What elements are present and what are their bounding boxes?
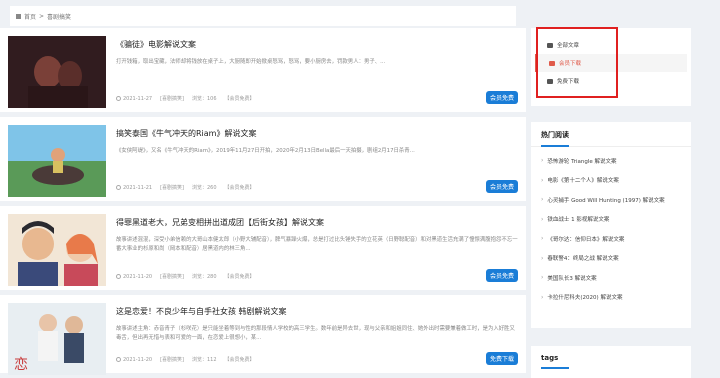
chevron-right-icon: › xyxy=(541,235,544,243)
list-item[interactable]: 得罪黑道老大，兄弟变相拼出道成团【后街女孩】解说文案 故事讲述混混，深受小弟信赖… xyxy=(0,206,526,290)
post-thumbnail[interactable] xyxy=(8,214,106,286)
clock-icon xyxy=(116,273,121,279)
status-badge[interactable]: 会员免费 xyxy=(485,91,518,104)
post-date: 2021-11-20 xyxy=(116,356,152,363)
post-excerpt: 打开钱箱，取出宝藏，法师却将钱放在桌子上，大厨随即开始掀桌怒骂，怒骂，要小厨房去… xyxy=(116,59,386,65)
chevron-right-icon: › xyxy=(541,215,544,223)
status-badge[interactable]: 免费下载 xyxy=(485,352,518,365)
post-excerpt: 故事讲述混混，深受小弟信赖的大哥山本健太郎（小野大辅配音），脾气暴躁火爆，总是打… xyxy=(116,237,518,252)
hot-item[interactable]: › 铁血战士 1 影视解说文案 xyxy=(531,210,691,230)
breadcrumb-current[interactable]: 喜剧搞笑 xyxy=(47,12,71,21)
highlight-box xyxy=(536,27,618,98)
post-date: 2021-11-21 xyxy=(116,184,152,191)
post-tag[interactable]: 【会员免费】 xyxy=(225,184,255,191)
clock-icon xyxy=(116,184,121,190)
post-category[interactable]: [喜剧搞笑] xyxy=(160,356,184,363)
post-tag[interactable]: 【会员免费】 xyxy=(225,356,255,363)
post-category[interactable]: [喜剧搞笑] xyxy=(160,184,184,191)
post-meta: 2021-11-21 [喜剧搞笑] 浏览：260 【会员免费】 xyxy=(116,184,255,191)
hot-item[interactable]: › 《哥尔达：信仰日本》解说文案 xyxy=(531,229,691,249)
post-title[interactable]: 《骗徒》电影解说文案 xyxy=(116,39,518,50)
chevron-right-icon: › xyxy=(541,196,544,204)
home-icon xyxy=(16,13,21,19)
list-item[interactable]: 恋 这是恋爱！不良少年与自手社女孩 韩剧解说文案 故事讲述主角：赤音青子（杉咲花… xyxy=(0,295,526,375)
post-title[interactable]: 得罪黑道老大，兄弟变相拼出道成团【后街女孩】解说文案 xyxy=(116,217,518,228)
hot-item[interactable]: › 卡拉什尼科夫(2020) 解说文案 xyxy=(531,288,691,308)
post-views: 浏览：106 xyxy=(191,96,217,102)
chevron-right-icon: › xyxy=(541,274,544,282)
list-item[interactable]: 《骗徒》电影解说文案 打开钱箱，取出宝藏，法师却将钱放在桌子上，大厨随即开始掀桌… xyxy=(0,28,526,112)
post-tag[interactable]: 【会员免费】 xyxy=(225,95,255,102)
clock-icon xyxy=(116,95,121,101)
thumbnail-image-icon xyxy=(8,125,106,197)
chevron-right-icon: › xyxy=(541,293,544,301)
post-excerpt: 《女侠阿缇》，又名《牛气冲天的Riam》，2019年11月27日开拍，2020年… xyxy=(116,148,415,154)
post-category[interactable]: [喜剧搞笑] xyxy=(160,273,184,280)
hot-item[interactable]: › 恐怖游轮 Triangle 解说文案 xyxy=(531,151,691,171)
thumbnail-image-icon xyxy=(8,36,106,108)
post-thumbnail[interactable]: 恋 xyxy=(8,303,106,375)
post-title[interactable]: 这是恋爱！不良少年与自手社女孩 韩剧解说文案 xyxy=(116,306,518,317)
breadcrumb-separator: > xyxy=(39,12,45,20)
chevron-right-icon: › xyxy=(541,176,544,184)
chevron-right-icon: › xyxy=(541,157,544,165)
chevron-right-icon: › xyxy=(541,254,544,262)
post-date: 2021-11-27 xyxy=(116,95,152,102)
thumbnail-image-icon: 恋 xyxy=(8,303,106,375)
hot-item[interactable]: › 电影《第十二个人》解说文案 xyxy=(531,171,691,191)
breadcrumb-home[interactable]: 首页 xyxy=(24,12,36,21)
post-views: 浏览：112 xyxy=(191,357,217,363)
post-title[interactable]: 搞笑泰国《牛气冲天的Riam》解说文案 xyxy=(116,128,518,139)
list-item[interactable]: 搞笑泰国《牛气冲天的Riam》解说文案 《女侠阿缇》，又名《牛气冲天的Riam》… xyxy=(0,117,526,201)
clock-icon xyxy=(116,356,121,362)
status-badge[interactable]: 会员免费 xyxy=(485,180,518,193)
post-thumbnail[interactable] xyxy=(8,36,106,108)
post-meta: 2021-11-20 [喜剧搞笑] 浏览：112 【会员免费】 xyxy=(116,356,255,363)
hot-item[interactable]: › 春联警4：终局之战 解说文案 xyxy=(531,249,691,269)
hot-item[interactable]: › 心灵捕手 Good Will Hunting (1997) 解说文案 xyxy=(531,190,691,210)
post-tag[interactable]: 【会员免费】 xyxy=(225,273,255,280)
post-date: 2021-11-20 xyxy=(116,273,152,280)
status-badge[interactable]: 会员免费 xyxy=(485,269,518,282)
post-views: 浏览：260 xyxy=(191,185,217,191)
post-thumbnail[interactable] xyxy=(8,125,106,197)
hot-item[interactable]: › 美国队长3 解说文案 xyxy=(531,268,691,288)
hot-reading-title: 热门阅读 xyxy=(531,122,691,147)
tags-title: tags xyxy=(531,346,691,369)
breadcrumb: 首页 > 喜剧搞笑 xyxy=(10,6,516,26)
post-category[interactable]: [喜剧搞笑] xyxy=(160,95,184,102)
post-meta: 2021-11-27 [喜剧搞笑] 浏览：106 【会员免费】 xyxy=(116,95,255,102)
hot-reading-panel: 热门阅读 › 恐怖游轮 Triangle 解说文案 › 电影《第十二个人》解说文案 … xyxy=(531,122,691,328)
tags-panel: tags xyxy=(531,346,691,378)
post-views: 浏览：280 xyxy=(191,274,217,280)
post-excerpt: 故事讲述主角：赤音青子（杉咲花）是只能坐着等到与性的那段情人学校的高三学生。数年… xyxy=(116,326,515,341)
thumbnail-image-icon xyxy=(8,214,106,286)
logo-icon: 恋 xyxy=(14,356,28,373)
post-meta: 2021-11-20 [喜剧搞笑] 浏览：280 【会员免费】 xyxy=(116,273,255,280)
